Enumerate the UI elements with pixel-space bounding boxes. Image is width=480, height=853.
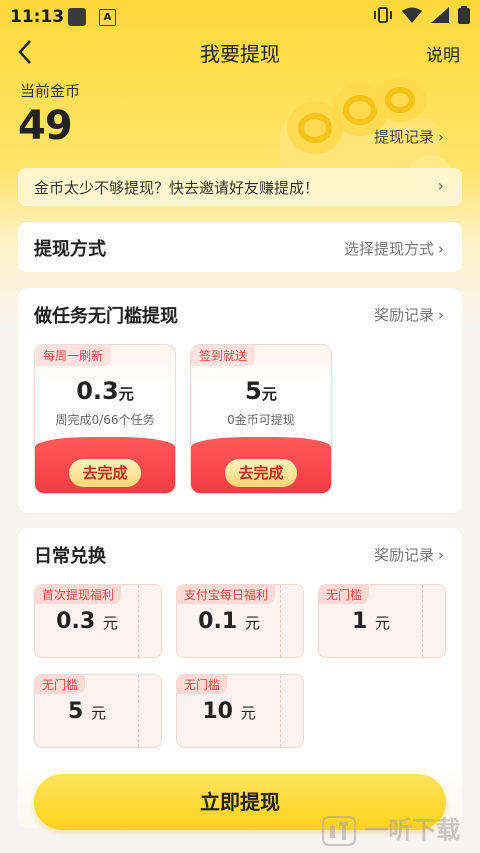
task-withdraw-card: 做任务无门槛提现 奖励记录 › 每周一刷新 0.3元 周完成0/66个任务 去完成… [18,288,462,513]
notification-icon [68,8,86,26]
task-tag: 签到就送 [191,345,256,366]
voucher-tag: 支付宝每日福利 [177,585,276,604]
voucher-tag: 无门槛 [177,675,228,694]
chevron-right-icon: › [438,128,444,146]
daily-section-title: 日常兑换 [34,546,106,567]
task-amount: 5元 [245,377,277,405]
voucher-item[interactable]: 无门槛 1 元 [318,584,446,658]
nav-bar: 我要提现 说明 [0,34,480,70]
signal-icon [431,7,449,23]
coins-value: 49 [18,103,73,149]
task-desc: 0金币可提现 [227,413,295,427]
voucher-item[interactable]: 支付宝每日福利 0.1 元 [176,584,304,658]
task-section-title: 做任务无门槛提现 [34,306,178,327]
voucher-amount: 5 元 [68,699,106,724]
voucher-amount: 10 元 [202,699,256,724]
invite-banner[interactable]: 金币太少不够提现？快去邀请好友赚提成！ › [18,168,462,206]
chevron-right-icon: › [438,306,444,324]
voucher-amount: 0.1 元 [198,609,260,634]
voucher-stub [138,585,161,657]
task-reward-record-label: 奖励记录 [373,306,434,324]
page-title: 我要提现 [200,42,280,66]
withdraw-record-link[interactable]: 提现记录 › [374,126,444,147]
watermark: 一听下载 [322,810,460,846]
vibrate-icon [374,7,392,23]
withdraw-method-card[interactable]: 提现方式 选择提现方式 › [18,222,462,272]
help-button[interactable]: 说明 [426,41,460,66]
status-icons [373,6,470,24]
notification-a-icon: A [99,9,116,26]
battery-icon [458,6,470,24]
voucher-item[interactable]: 首次提现福利 0.3 元 [34,584,162,658]
daily-reward-record-label: 奖励记录 [373,546,434,564]
voucher-tag: 无门槛 [319,585,370,604]
voucher-amount: 1 元 [352,609,390,634]
go-complete-button[interactable]: 去完成 [225,459,297,487]
wifi-icon [402,7,422,23]
withdraw-record-label: 提现记录 [373,128,434,146]
voucher-stub [422,585,445,657]
voucher-stub [138,675,161,747]
select-method-link[interactable]: 选择提现方式 › [344,238,444,259]
task-reward-record-link[interactable]: 奖励记录 › [374,304,444,325]
voucher-item[interactable]: 无门槛 10 元 [176,674,304,748]
select-method-label: 选择提现方式 [343,240,434,258]
watermark-text: 一听下载 [364,816,461,844]
task-desc: 周完成0/66个任务 [55,413,155,427]
voucher-item[interactable]: 无门槛 5 元 [34,674,162,748]
voucher-tag: 首次提现福利 [35,585,122,604]
coins-label: 当前金币 [20,82,81,100]
voucher-amount: 0.3 元 [56,609,118,634]
go-complete-button[interactable]: 去完成 [69,459,141,487]
status-time: 11:13 [10,7,65,27]
task-card-signin[interactable]: 签到就送 5元 0金币可提现 去完成 [190,344,332,494]
chevron-right-icon: › [437,176,444,195]
task-card-weekly[interactable]: 每周一刷新 0.3元 周完成0/66个任务 去完成 [34,344,176,494]
chevron-right-icon: › [438,546,444,564]
task-tag: 每周一刷新 [35,345,112,366]
voucher-tag: 无门槛 [35,675,86,694]
chevron-right-icon: › [438,240,444,258]
invite-text: 金币太少不够提现？快去邀请好友赚提成！ [34,179,320,197]
withdraw-method-title: 提现方式 [34,239,106,260]
daily-reward-record-link[interactable]: 奖励记录 › [374,544,444,565]
task-amount: 0.3元 [76,377,134,405]
voucher-stub [280,675,303,747]
voucher-stub [280,585,303,657]
status-bar: 11:13 A [0,0,480,34]
watermark-logo-icon [322,816,356,846]
